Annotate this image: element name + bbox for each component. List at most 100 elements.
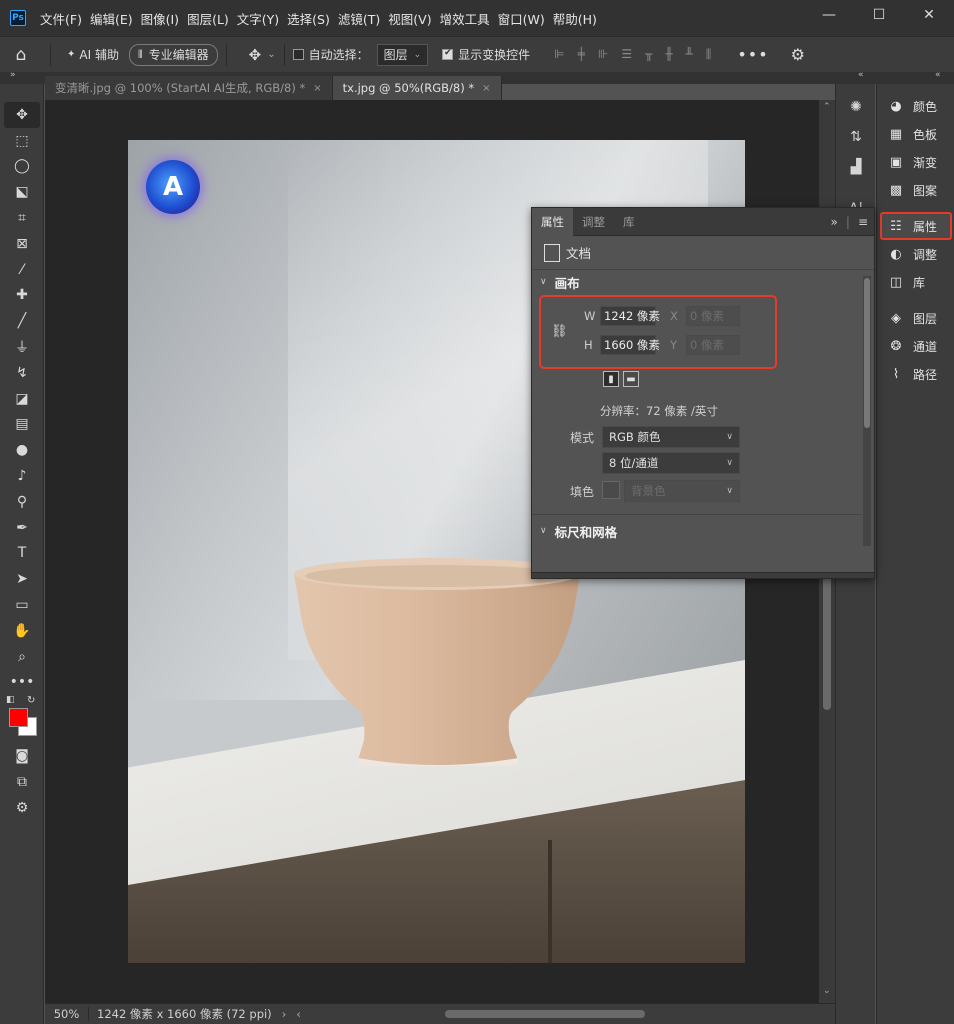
crop-tool-icon[interactable]: ⌗ [0,205,44,231]
eraser-tool-icon[interactable]: ◪ [0,386,44,412]
healing-brush-tool-icon[interactable]: ✚ [0,283,44,309]
align-top-icon[interactable]: ╥ [645,47,652,62]
landscape-icon[interactable]: ▬ [623,371,639,387]
dock-item-patterns[interactable]: ▩ 图案 [877,176,954,204]
home-icon[interactable]: ⌂ [0,37,42,73]
pen-tool-icon[interactable]: ✒ [0,515,44,541]
collapse-left-icon[interactable]: » [10,70,16,80]
smudge-tool-icon[interactable]: ⚲ [0,489,44,515]
show-transform-checkbox[interactable] [442,48,454,60]
scroll-left-icon[interactable]: ‹ [296,1007,301,1021]
menu-filter[interactable]: 滤镜(T) [338,9,380,28]
vertical-scroll-thumb[interactable] [823,560,831,710]
dock-item-layers[interactable]: ◈ 图层 [877,304,954,332]
tab-document-2[interactable]: tx.jpg @ 50%(RGB/8) * × [332,76,502,100]
foreground-color-swatch[interactable] [9,708,28,728]
lasso-tool-icon[interactable]: ◯ [0,154,44,180]
panel-resize-handle[interactable] [532,572,874,578]
brush-tool-icon[interactable]: ╱ [0,308,44,334]
history-brush-tool-icon[interactable]: ↯ [0,360,44,386]
generate-icon[interactable]: ✺ [836,92,876,122]
canvas-section-header[interactable]: ∨ 画布 [532,270,874,294]
history-icon[interactable]: ⇅ [836,122,876,152]
dock-item-swatches[interactable]: ▦ 色板 [877,120,954,148]
close-icon[interactable]: × [482,83,490,94]
width-field[interactable]: 1242 像素 [600,306,660,326]
distribute-horizontal-icon[interactable]: ⫼ [706,47,712,62]
screen-mode-icon[interactable]: ⧉ [0,769,44,795]
path-select-tool-icon[interactable]: ➤ [0,566,44,592]
frame-tool-icon[interactable]: ⊠ [0,231,44,257]
properties-scrollbar[interactable] [863,276,871,546]
menu-type[interactable]: 文字(Y) [237,9,279,28]
collapse-right-icon[interactable]: « [858,70,864,80]
default-colors-icon[interactable]: ◧ [6,695,15,705]
scroll-up-icon[interactable]: ⌃ [823,102,831,112]
collapse-panel-icon[interactable]: » [831,215,838,229]
mode-dropdown[interactable]: RGB 颜色 ∨ [602,426,740,448]
eyedropper-tool-icon[interactable]: ⁄ [0,257,44,283]
tab-libraries[interactable]: 库 [614,208,644,236]
dock-item-libraries[interactable]: ◫ 库 [877,268,954,296]
gradient-tool-icon[interactable]: ▤ [0,412,44,438]
move-tool-icon[interactable]: ✥ [4,102,40,128]
dock-item-properties[interactable]: ☷ 属性 [880,212,952,240]
zoom-tool-icon[interactable]: ⌕ [0,644,44,670]
object-select-tool-icon[interactable]: ⬕ [0,179,44,205]
height-field[interactable]: 1660 像素 [600,335,660,355]
zoom-level[interactable]: 50% [45,1007,89,1021]
collapse-dock-icon[interactable]: « [935,70,941,80]
pro-editor-button[interactable]: ⫴ 专业编辑器 [128,43,218,66]
rulers-section-header[interactable]: ∨ 标尺和网格 [532,519,862,543]
dock-item-channels[interactable]: ❂ 通道 [877,332,954,360]
menu-image[interactable]: 图像(I) [141,9,179,28]
menu-select[interactable]: 选择(S) [287,9,330,28]
dock-item-adjustments[interactable]: ◐ 调整 [877,240,954,268]
tab-document-1[interactable]: 变清晰.jpg @ 100% (StartAI AI生成, RGB/8) * × [45,76,333,100]
swap-colors-icon[interactable]: ↻ [27,695,35,706]
bit-depth-dropdown[interactable]: 8 位/通道 ∨ [602,452,740,474]
chevron-down-icon[interactable]: ⌄ [267,49,275,60]
align-right-icon[interactable]: ⊪ [598,47,608,62]
marquee-tool-icon[interactable]: ⬚ [0,128,44,154]
tab-properties[interactable]: 属性 [532,207,573,236]
align-middle-icon[interactable]: ╫ [665,47,672,62]
maximize-button[interactable]: ☐ [854,0,904,30]
properties-scroll-thumb[interactable] [864,278,870,428]
fill-color-swatch[interactable] [602,481,620,499]
move-tool-icon[interactable]: ✥ [249,46,262,64]
extra-tool-icon[interactable]: ⚙ [0,795,44,821]
blur-tool-icon[interactable]: ● [0,437,44,463]
horizontal-scroll-thumb[interactable] [445,1010,645,1018]
minimize-button[interactable]: — [804,0,854,30]
auto-select-checkbox[interactable] [292,49,304,60]
close-button[interactable]: ✕ [904,0,954,30]
status-menu-arrow-icon[interactable]: › [282,1007,287,1021]
quick-mask-icon[interactable]: ◙ [0,743,44,769]
menu-edit[interactable]: 编辑(E) [90,9,133,28]
panel-menu-icon[interactable]: ≡ [858,215,868,229]
align-center-icon[interactable]: ╪ [578,47,585,62]
menu-view[interactable]: 视图(V) [388,9,431,28]
dock-item-paths[interactable]: ⌇ 路径 [877,360,954,388]
auto-select-dropdown[interactable]: 图层 ⌄ [376,43,429,66]
menu-file[interactable]: 文件(F) [40,9,82,28]
dock-item-gradients[interactable]: ▣ 渐变 [877,148,954,176]
hand-tool-icon[interactable]: ✋ [0,618,44,644]
type-tool-icon[interactable]: T [0,541,44,567]
menu-plugins[interactable]: 增效工具 [440,9,490,28]
align-left-icon[interactable]: ⊫ [554,47,564,62]
dock-item-color[interactable]: ◕ 颜色 [877,92,954,120]
ai-assist-button[interactable]: ✦ AI 辅助 [67,46,119,63]
actions-icon[interactable]: ▟ [836,152,876,182]
gear-icon[interactable]: ⚙ [791,45,805,64]
distribute-vertical-icon[interactable]: ☰ [621,47,632,62]
tab-adjustments[interactable]: 调整 [573,208,614,236]
menu-layer[interactable]: 图层(L) [187,9,229,28]
more-options-icon[interactable]: ••• [737,45,768,64]
portrait-icon[interactable]: ▮ [603,371,619,387]
more-tools-icon[interactable]: ••• [0,670,44,696]
menu-window[interactable]: 窗口(W) [498,9,545,28]
dodge-tool-icon[interactable]: ♪ [0,463,44,489]
rectangle-tool-icon[interactable]: ▭ [0,592,44,618]
